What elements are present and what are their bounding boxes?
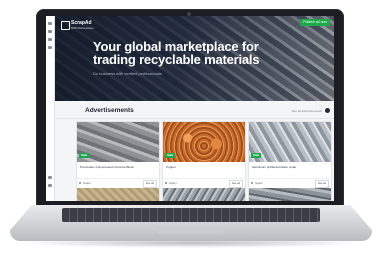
logo-icon (61, 21, 70, 30)
home-icon[interactable] (48, 22, 52, 25)
ad-card[interactable]: Sale Copper Spain See ad (162, 121, 246, 201)
ad-title: Pre-broken Compressed Concrete Block (80, 165, 134, 169)
ad-title: Copper (166, 165, 176, 169)
chat-icon[interactable] (48, 46, 52, 49)
ad-title: Aluminium profile/extrusion scrap (252, 165, 297, 169)
ad-location: Spain (255, 181, 263, 185)
next-ad-image (249, 188, 331, 201)
laptop-touchpad (158, 226, 224, 234)
section-title: Advertisements (85, 107, 134, 114)
see-ad-button[interactable]: See ad (228, 180, 243, 188)
location-pin-icon (79, 182, 81, 184)
next-ad-image (163, 188, 245, 201)
hero-title: Your global marketplace for trading recy… (93, 39, 260, 67)
publish-ad-button[interactable]: Publish ad now (300, 19, 330, 26)
card-footer: Spain See ad (163, 178, 245, 188)
copper-image (163, 122, 245, 162)
search-icon[interactable] (48, 30, 52, 33)
logo-tagline: B2B Marketplace (71, 26, 94, 30)
ad-card[interactable]: Sale Pre-broken Compressed Concrete Bloc… (76, 121, 160, 201)
sale-badge: Sale (251, 153, 262, 158)
ad-card[interactable]: Sale Aluminium profile/extrusion scrap S… (248, 121, 332, 201)
arrow-right-icon[interactable] (325, 108, 330, 113)
card-footer: Spain See ad (249, 178, 331, 188)
sale-badge: Sale (79, 153, 90, 158)
ads-header: Advertisements See all advertisements (55, 104, 334, 119)
next-ad-image (77, 188, 159, 201)
sidebar (46, 16, 55, 201)
location-pin-icon (165, 182, 167, 184)
concrete-image (77, 122, 159, 162)
hero-banner: ScrapAd B2B Marketplace Publish ad now Y… (55, 16, 334, 101)
see-ad-button[interactable]: See ad (314, 180, 329, 188)
ad-location: Spain (169, 181, 177, 185)
location-pin-icon (251, 182, 253, 184)
laptop-keyboard (62, 208, 320, 222)
ad-location: Spain (83, 181, 91, 185)
laptop-screen: ScrapAd B2B Marketplace Publish ad now Y… (46, 16, 334, 201)
hero-subtitle: Do business with verified professionals (93, 71, 162, 76)
settings-icon[interactable] (48, 176, 52, 179)
see-all-link[interactable]: See all advertisements (292, 109, 322, 113)
aluminium-image (249, 122, 331, 162)
sale-badge: Sale (165, 153, 176, 158)
see-ad-button[interactable]: See ad (142, 180, 157, 188)
list-icon[interactable] (48, 38, 52, 41)
user-icon[interactable] (48, 184, 52, 187)
card-footer: Spain See ad (77, 178, 159, 188)
